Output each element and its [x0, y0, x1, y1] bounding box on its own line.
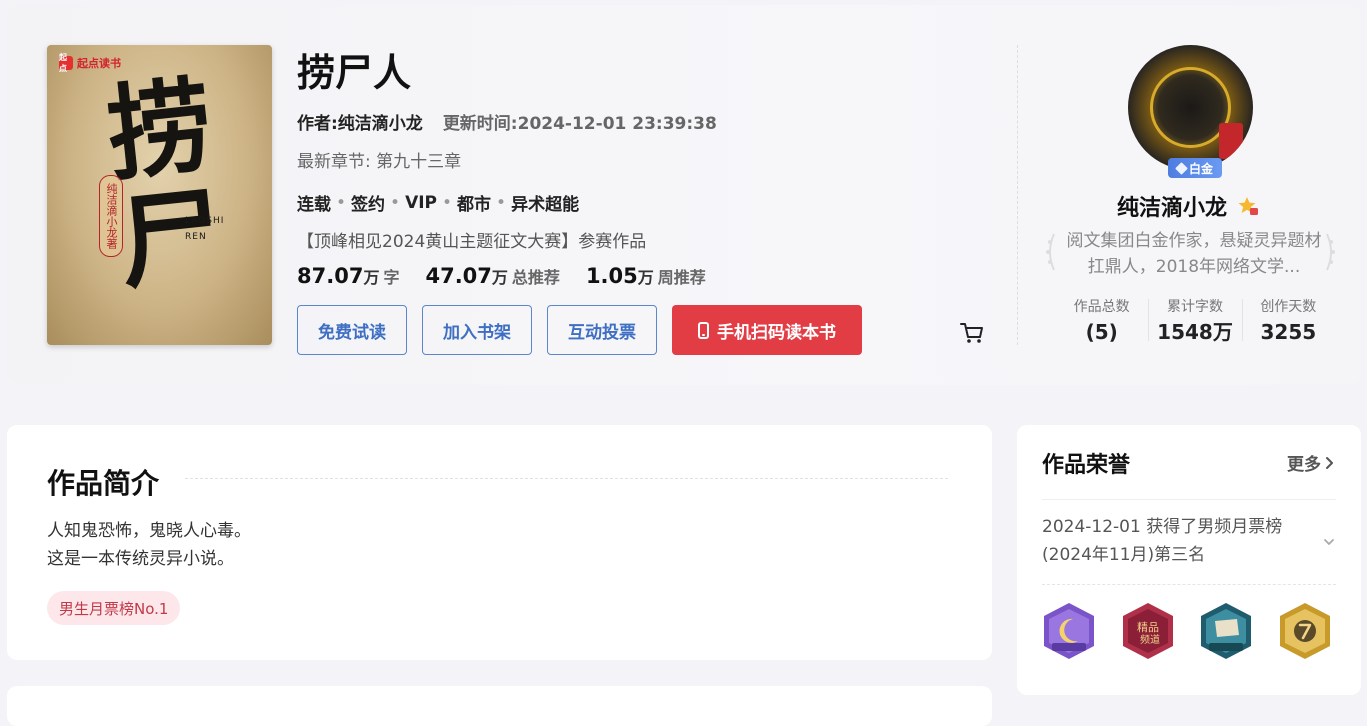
honor-dash-divider	[1042, 584, 1336, 585]
tag-category[interactable]: 都市	[457, 190, 491, 215]
cover-pinyin-line-1: LAOSHI	[185, 216, 225, 226]
stat-unit: 万	[491, 268, 508, 287]
phone-icon	[698, 321, 709, 339]
stat-label: 周推荐	[657, 268, 706, 287]
stat-word-count: 87.07万字	[297, 264, 399, 288]
qidian-logo-icon: 起点	[59, 53, 73, 73]
author-stat-words: 累计字数 1548万	[1148, 297, 1241, 347]
stat-value: 1.05	[585, 264, 638, 288]
contest-link[interactable]: 【顶峰相见2024黄山主题征文大赛】参赛作品	[297, 227, 646, 252]
honor-divider	[1042, 499, 1336, 500]
author-stats: 作品总数 (5) 累计字数 1548万 创作天数 3255	[1055, 297, 1335, 347]
laurel-right-icon	[1326, 233, 1335, 271]
author-stat-label: 作品总数	[1073, 299, 1130, 315]
intro-text: 人知鬼恐怖，鬼晓人心毒。 这是一本传统灵异小说。	[47, 517, 251, 573]
rank-tag[interactable]: 男生月票榜No.1	[47, 591, 181, 625]
honor-item: 2024-12-01 获得了男频月票榜(2024年11月)第三名	[1042, 517, 1283, 565]
stat-total-recommend: 47.07万 总推荐	[425, 264, 559, 288]
next-section-card	[7, 686, 992, 726]
cover-pinyin: LAOSHI REN	[185, 213, 245, 245]
laurel-left-icon	[1046, 233, 1055, 271]
cart-icon[interactable]	[958, 318, 986, 346]
tag-separator: •	[390, 192, 401, 213]
stat-unit: 万	[637, 268, 654, 287]
cover-author-seal: 纯洁滴小龙著	[99, 175, 123, 257]
author-stat-value: (5)	[1085, 320, 1118, 344]
intro-line: 这是一本传统灵异小说。	[47, 549, 234, 569]
quality-medal-icon[interactable]: 精品 频道	[1119, 601, 1177, 661]
moon-medal-icon[interactable]	[1040, 601, 1098, 661]
book-meta: 作者:纯洁滴小龙 更新时间:2024-12-01 23:39:38	[297, 109, 717, 134]
svg-text:精品: 精品	[1137, 621, 1159, 634]
gold-seven-medal-icon[interactable]	[1276, 601, 1334, 661]
tag-signed: 签约	[351, 195, 386, 215]
svg-text:频道: 频道	[1140, 633, 1160, 646]
stat-value: 87.07	[297, 264, 364, 288]
diamond-icon	[1175, 161, 1188, 175]
intro-title-divider	[185, 478, 948, 479]
tag-separator: •	[336, 192, 347, 213]
scan-read-label: 手机扫码读本书	[717, 322, 836, 342]
book-tags: 连载 • 签约 • VIP • 都市 • 异术超能	[297, 190, 579, 216]
tag-vip: VIP	[405, 192, 438, 213]
author-stat-value: 3255	[1260, 320, 1317, 344]
author-name-text: 纯洁滴小龙	[1117, 196, 1228, 221]
cover-brand: 起点 起点读书	[59, 53, 121, 73]
platinum-badge-label: 白金	[1188, 161, 1213, 176]
book-title: 捞尸人	[297, 51, 412, 95]
stat-label: 字	[383, 268, 400, 287]
chevron-right-icon	[1326, 456, 1333, 469]
add-shelf-button[interactable]: 加入书架	[422, 305, 532, 355]
platinum-badge: 白金	[1168, 158, 1222, 178]
cover-pinyin-line-2: REN	[185, 232, 207, 242]
book-cover[interactable]: 起点 起点读书 捞尸 纯洁滴小龙著 LAOSHI REN	[47, 45, 272, 345]
chevron-down-icon[interactable]	[1322, 535, 1336, 549]
author-link[interactable]: 作者:纯洁滴小龙	[297, 109, 423, 134]
honor-more-link[interactable]: 更多	[1287, 450, 1335, 475]
free-read-button[interactable]: 免费试读	[297, 305, 407, 355]
author-stat-number: 5	[1094, 320, 1109, 344]
author-stat-works[interactable]: 作品总数 (5)	[1055, 297, 1148, 347]
tag-status: 连载	[297, 195, 331, 215]
intro-line: 人知鬼恐怖，鬼晓人心毒。	[47, 521, 251, 541]
honor-title: 作品荣誉	[1042, 453, 1131, 478]
author-stat-label: 累计字数	[1166, 299, 1223, 315]
author-name[interactable]: 纯洁滴小龙	[1117, 190, 1259, 222]
author-stat-days: 创作天数 3255	[1241, 297, 1335, 347]
stat-unit: 万	[363, 268, 380, 287]
latest-chapter-link[interactable]: 最新章节: 第九十三章	[297, 147, 461, 172]
header-divider	[1017, 45, 1018, 345]
star-rank-icon	[1238, 197, 1259, 215]
stat-week-recommend: 1.05万 周推荐	[586, 264, 706, 288]
intro-title: 作品简介	[47, 467, 160, 500]
vote-button[interactable]: 互动投票	[547, 305, 657, 355]
author-stat-value: 1548万	[1157, 320, 1233, 344]
honor-more-label: 更多	[1287, 455, 1321, 475]
update-time: 更新时间:2024-12-01 23:39:38	[442, 114, 717, 134]
author-description: 阅文集团白金作家，悬疑灵异题材扛鼎人，2018年网络文学...	[1066, 231, 1322, 277]
tag-subcategory[interactable]: 异术超能	[511, 190, 579, 215]
scan-read-button[interactable]: 手机扫码读本书	[672, 305, 862, 355]
stat-label: 总推荐	[511, 268, 560, 287]
flag-medal-icon[interactable]	[1197, 601, 1255, 661]
cover-brand-label: 起点读书	[77, 57, 121, 70]
tag-separator: •	[496, 192, 507, 213]
author-avatar[interactable]	[1128, 45, 1253, 170]
stat-value: 47.07	[425, 264, 492, 288]
book-stats: 87.07万字 47.07万 总推荐 1.05万 周推荐	[297, 264, 706, 288]
avatar-red-seal	[1219, 123, 1243, 159]
author-stat-label: 创作天数	[1260, 299, 1317, 315]
tag-separator: •	[442, 192, 453, 213]
